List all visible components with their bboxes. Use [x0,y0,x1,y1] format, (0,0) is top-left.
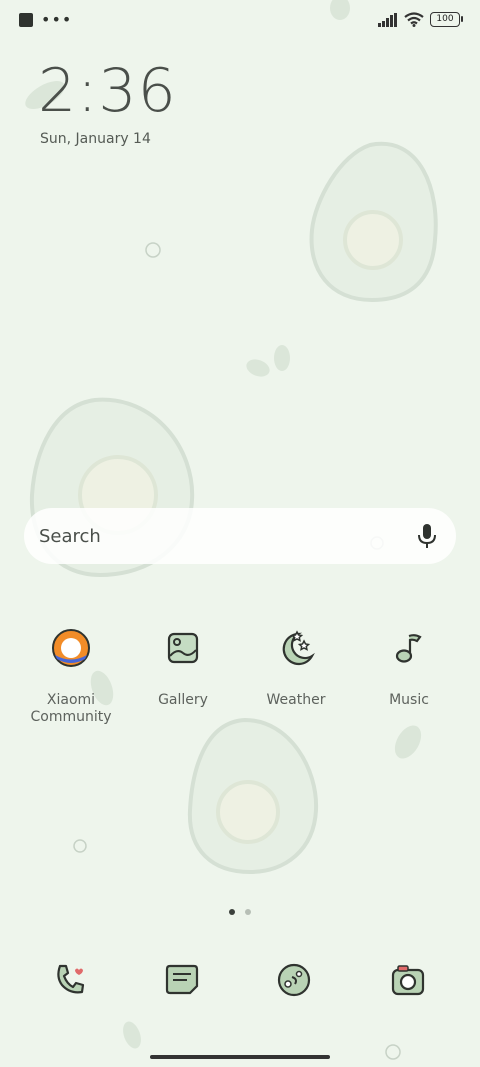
more-notifications-icon: ••• [41,10,73,29]
gallery-icon [167,632,199,664]
app-xiaomi-community[interactable]: Xiaomi Community [15,628,127,726]
xiaomi-community-icon [52,629,90,667]
app-label: Gallery [158,692,208,708]
page-dot[interactable] [245,909,251,915]
notification-app-icon [19,13,33,27]
app-gallery[interactable]: Gallery [127,628,239,709]
clock-date[interactable]: Sun, January 14 [40,131,151,147]
app-weather[interactable]: Weather [240,628,352,709]
music-icon [395,634,422,663]
weather-icon [282,630,315,666]
browser-icon[interactable] [274,960,314,1000]
wifi-icon [404,12,424,27]
search-placeholder: Search [39,526,101,547]
camera-icon[interactable] [388,960,428,1000]
messages-icon[interactable] [162,960,202,1000]
battery-indicator: 100 [430,12,463,27]
status-bar: ••• 100 [0,0,480,42]
app-label: Xiaomi Community [30,692,112,725]
page-dot-active[interactable] [229,909,235,915]
app-label: Weather [266,692,326,708]
app-label: Music [389,692,429,708]
clock-time[interactable]: 2:36 [38,56,177,126]
microphone-icon[interactable] [416,523,438,549]
home-gesture-bar[interactable] [150,1055,330,1059]
search-bar[interactable]: Search [24,508,456,564]
phone-icon[interactable] [48,960,88,1000]
app-music[interactable]: Music [353,628,465,709]
signal-icon [378,12,397,27]
